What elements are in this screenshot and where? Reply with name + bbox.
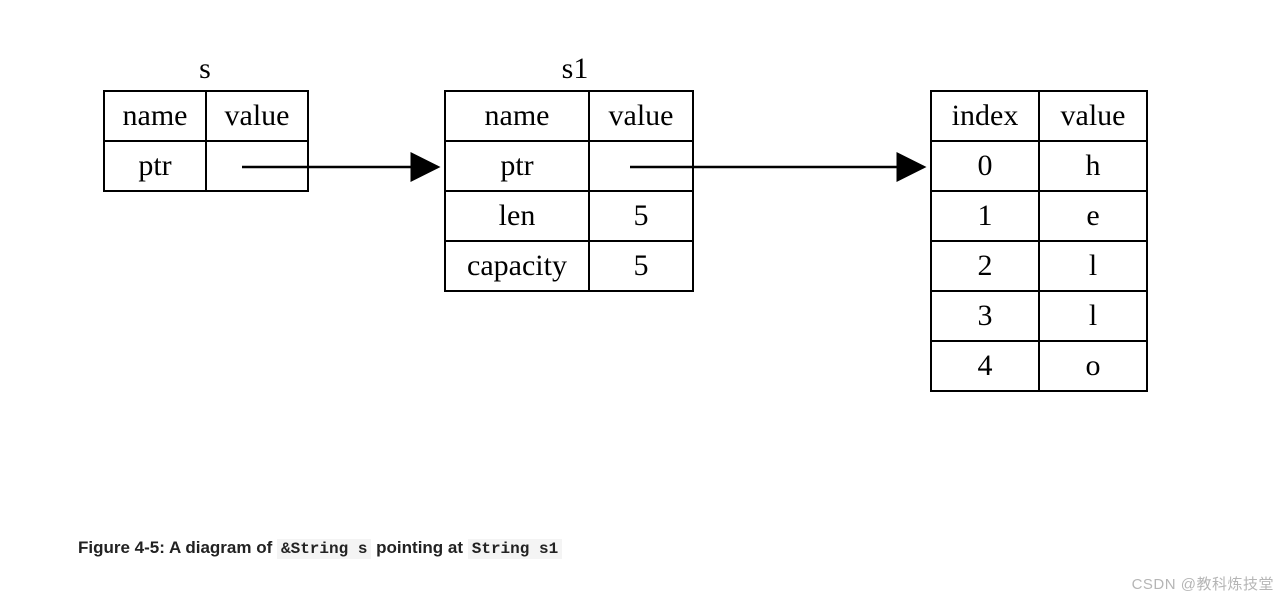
table-heap-header-value: value — [1039, 91, 1147, 141]
table-s1-row0-name: ptr — [445, 141, 589, 191]
table-s-row0-name: ptr — [104, 141, 206, 191]
figure-caption: Figure 4-5: A diagram of &String s point… — [78, 538, 562, 558]
table-heap: index value 0 h 1 e 2 l 3 l 4 o — [930, 90, 1148, 392]
heap-cell-index: 0 — [931, 141, 1039, 191]
table-s1-header-name: name — [445, 91, 589, 141]
diagram-canvas: s name value ptr s1 name value ptr len 5… — [0, 0, 1286, 600]
table-s1: name value ptr len 5 capacity 5 — [444, 90, 694, 292]
table-row: 2 l — [931, 241, 1147, 291]
heap-cell-value: l — [1039, 241, 1147, 291]
heap-cell-index: 1 — [931, 191, 1039, 241]
table-row: 0 h — [931, 141, 1147, 191]
heap-cell-index: 4 — [931, 341, 1039, 391]
label-s1: s1 — [550, 52, 600, 86]
caption-mid: pointing at — [376, 538, 468, 557]
table-row: 3 l — [931, 291, 1147, 341]
heap-cell-value: l — [1039, 291, 1147, 341]
table-s: name value ptr — [103, 90, 309, 192]
table-s1-row2-name: capacity — [445, 241, 589, 291]
caption-code1: &String s — [277, 539, 371, 559]
heap-cell-value: o — [1039, 341, 1147, 391]
heap-cell-index: 2 — [931, 241, 1039, 291]
watermark: CSDN @教科炼技堂 — [1132, 573, 1274, 594]
table-s1-header-value: value — [589, 91, 693, 141]
table-s1-row1-name: len — [445, 191, 589, 241]
caption-code2: String s1 — [468, 539, 562, 559]
table-s1-row0-value — [589, 141, 693, 191]
table-row: 1 e — [931, 191, 1147, 241]
table-s1-row1-value: 5 — [589, 191, 693, 241]
heap-cell-value: h — [1039, 141, 1147, 191]
table-s-header-value: value — [206, 91, 308, 141]
heap-cell-index: 3 — [931, 291, 1039, 341]
table-s-header-name: name — [104, 91, 206, 141]
table-s-row0-value — [206, 141, 308, 191]
table-row: 4 o — [931, 341, 1147, 391]
caption-prefix: Figure 4-5: A diagram of — [78, 538, 277, 557]
table-s1-row2-value: 5 — [589, 241, 693, 291]
label-s: s — [190, 52, 220, 86]
table-heap-header-index: index — [931, 91, 1039, 141]
heap-cell-value: e — [1039, 191, 1147, 241]
